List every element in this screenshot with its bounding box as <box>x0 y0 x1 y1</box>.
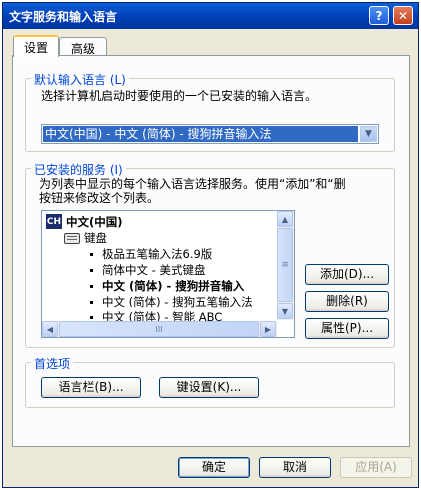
title-bar[interactable]: 文字服务和输入语言 ? ✕ <box>3 3 418 29</box>
bullet-icon <box>90 253 93 256</box>
add-service-button[interactable]: 添加(D)... <box>305 264 389 285</box>
chevron-down-icon[interactable]: ▼ <box>360 126 377 142</box>
scroll-down-icon[interactable]: ▼ <box>277 303 293 319</box>
list-item[interactable]: 中文 (简体) - 搜狗拼音输入 <box>102 278 244 294</box>
language-badge-icon: CH <box>46 214 62 229</box>
cancel-button[interactable]: 取消 <box>259 457 331 478</box>
services-tree[interactable]: CH 中文(中国) 键盘 极品五笔输入法6.9版 简体中文 - 美式键盘 中文 … <box>41 210 295 338</box>
bullet-icon <box>90 269 93 272</box>
keyboard-icon <box>64 233 80 244</box>
settings-panel: 默认输入语言 (L) 选择计算机启动时要使用的一个已安装的输入语言。 中文(中国… <box>12 55 410 447</box>
close-icon: ✕ <box>397 8 409 23</box>
dialog-window: 文字服务和输入语言 ? ✕ 设置 高级 默认输入语言 (L) 选择计算机启动时要… <box>2 2 419 488</box>
language-bar-button[interactable]: 语言栏(B)... <box>41 377 141 398</box>
bullet-icon <box>90 285 93 288</box>
default-language-description: 选择计算机启动时要使用的一个已安装的输入语言。 <box>41 89 318 103</box>
tab-settings[interactable]: 设置 <box>13 35 59 57</box>
tree-root-language[interactable]: 中文(中国) <box>66 214 123 230</box>
horizontal-scroll-thumb[interactable]: III <box>59 321 259 337</box>
apply-button[interactable]: 应用(A) <box>340 457 412 478</box>
key-settings-button[interactable]: 键设置(K)... <box>159 377 259 398</box>
tab-settings-label: 设置 <box>23 41 48 55</box>
default-language-value: 中文(中国) - 中文 (简体) - 搜狗拼音输入法 <box>43 126 358 142</box>
list-item[interactable]: 简体中文 - 美式键盘 <box>102 262 205 278</box>
list-item[interactable]: 中文 (简体) - 搜狗五笔输入法 <box>102 294 253 310</box>
scroll-up-icon[interactable]: ▲ <box>277 211 293 227</box>
bullet-icon <box>90 316 93 319</box>
bullet-icon <box>90 301 93 304</box>
close-button[interactable]: ✕ <box>393 6 413 25</box>
tree-category-keyboard[interactable]: 键盘 <box>84 230 107 246</box>
scroll-right-icon[interactable]: ▶ <box>260 321 276 337</box>
default-language-legend: 默认输入语言 (L) <box>31 71 129 88</box>
help-icon: ? <box>375 8 383 23</box>
default-language-select[interactable]: 中文(中国) - 中文 (简体) - 搜狗拼音输入法 ▼ <box>41 124 379 144</box>
window-title: 文字服务和输入语言 <box>9 10 118 24</box>
ok-button[interactable]: 确定 <box>178 457 250 478</box>
help-button[interactable]: ? <box>369 6 389 25</box>
properties-button[interactable]: 属性(P)... <box>305 318 389 339</box>
preferences-legend: 首选项 <box>31 355 74 372</box>
list-item[interactable]: 极品五笔输入法6.9版 <box>102 246 212 262</box>
tab-advanced[interactable]: 高级 <box>59 37 107 56</box>
vertical-scroll-thumb[interactable]: ≡ <box>277 228 293 302</box>
tab-advanced-label: 高级 <box>70 42 95 56</box>
vertical-scrollbar[interactable]: ▲ ≡ ▼ <box>277 211 294 320</box>
remove-service-button[interactable]: 删除(R) <box>305 291 389 312</box>
services-description-line2: 按钮来修改这个列表。 <box>39 191 160 205</box>
scroll-left-icon[interactable]: ◀ <box>42 321 58 337</box>
horizontal-scrollbar[interactable]: ◀ III ▶ <box>42 321 277 337</box>
